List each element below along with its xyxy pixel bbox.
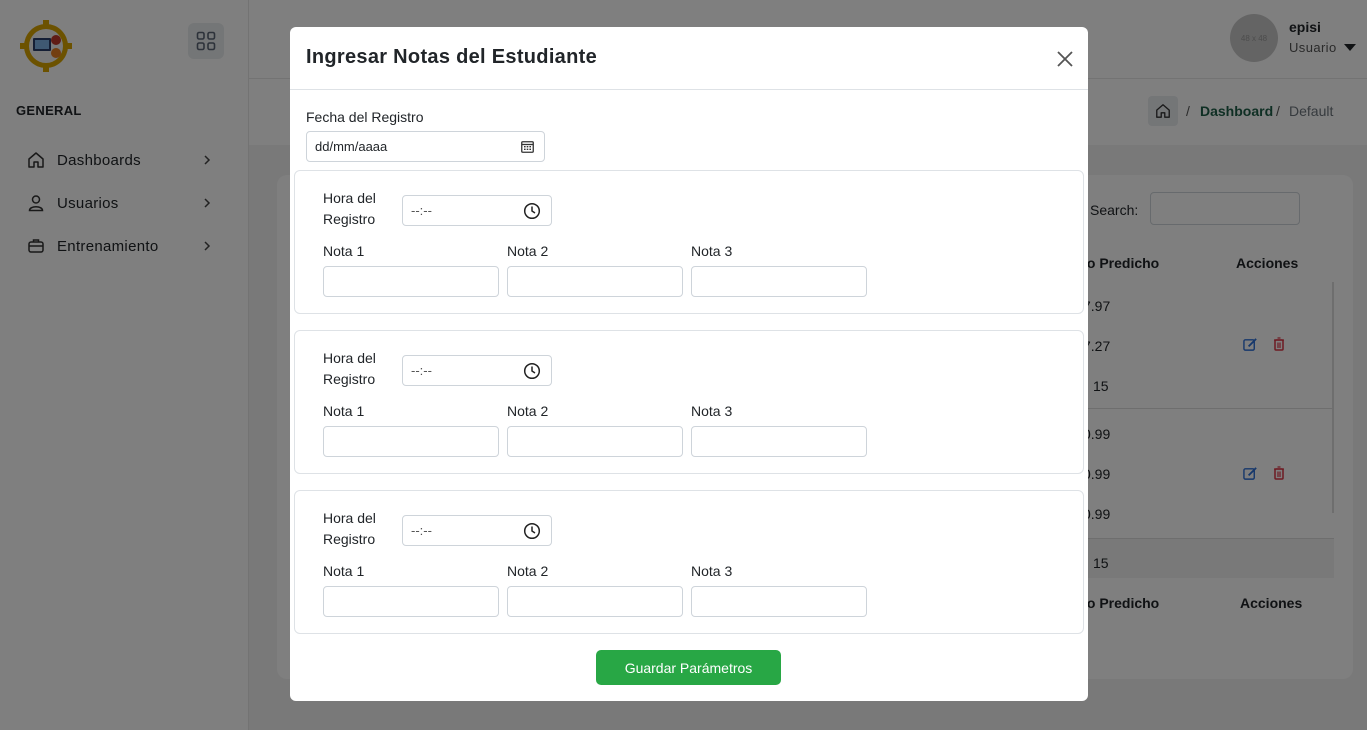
modal-title: Ingresar Notas del Estudiante bbox=[306, 46, 597, 68]
registro-block-2: Hora del Registro --:-- Nota 1 Nota 2 No… bbox=[294, 330, 1084, 474]
fecha-label: Fecha del Registro bbox=[306, 109, 424, 125]
guardar-parametros-button[interactable]: Guardar Parámetros bbox=[596, 650, 781, 685]
close-button[interactable] bbox=[1054, 48, 1076, 70]
calendar-icon[interactable] bbox=[521, 140, 534, 156]
clock-icon[interactable] bbox=[523, 362, 541, 383]
modal-header: Ingresar Notas del Estudiante bbox=[290, 27, 1088, 90]
nota2-label: Nota 2 bbox=[507, 563, 549, 579]
nota2-input[interactable] bbox=[507, 586, 683, 617]
nota3-input[interactable] bbox=[691, 586, 867, 617]
fecha-placeholder: dd/mm/aaaa bbox=[315, 139, 388, 154]
hora-label: Hora del Registro bbox=[323, 350, 376, 387]
nota2-label: Nota 2 bbox=[507, 243, 549, 259]
hora-placeholder: --:-- bbox=[411, 523, 432, 538]
close-icon bbox=[1057, 51, 1073, 67]
nota1-label: Nota 1 bbox=[323, 403, 365, 419]
hora-input[interactable]: --:-- bbox=[402, 195, 552, 226]
nota2-input[interactable] bbox=[507, 426, 683, 457]
hora-placeholder: --:-- bbox=[411, 363, 432, 378]
nota1-label: Nota 1 bbox=[323, 563, 365, 579]
nota1-input[interactable] bbox=[323, 266, 499, 297]
nota2-input[interactable] bbox=[507, 266, 683, 297]
nota1-input[interactable] bbox=[323, 426, 499, 457]
nota1-input[interactable] bbox=[323, 586, 499, 617]
hora-label: Hora del Registro bbox=[323, 190, 376, 227]
nota3-input[interactable] bbox=[691, 266, 867, 297]
nota3-label: Nota 3 bbox=[691, 243, 733, 259]
registro-block-1: Hora del Registro --:-- Nota 1 Nota 2 No… bbox=[294, 170, 1084, 314]
hora-placeholder: --:-- bbox=[411, 203, 432, 218]
notas-modal: Ingresar Notas del Estudiante Fecha del … bbox=[290, 27, 1088, 701]
nota3-label: Nota 3 bbox=[691, 403, 733, 419]
hora-label: Hora del Registro bbox=[323, 510, 376, 547]
fecha-input[interactable]: dd/mm/aaaa bbox=[306, 131, 545, 162]
clock-icon[interactable] bbox=[523, 202, 541, 223]
hora-input[interactable]: --:-- bbox=[402, 515, 552, 546]
registro-block-3: Hora del Registro --:-- Nota 1 Nota 2 No… bbox=[294, 490, 1084, 634]
nota3-label: Nota 3 bbox=[691, 563, 733, 579]
nota1-label: Nota 1 bbox=[323, 243, 365, 259]
hora-input[interactable]: --:-- bbox=[402, 355, 552, 386]
nota2-label: Nota 2 bbox=[507, 403, 549, 419]
clock-icon[interactable] bbox=[523, 522, 541, 543]
nota3-input[interactable] bbox=[691, 426, 867, 457]
